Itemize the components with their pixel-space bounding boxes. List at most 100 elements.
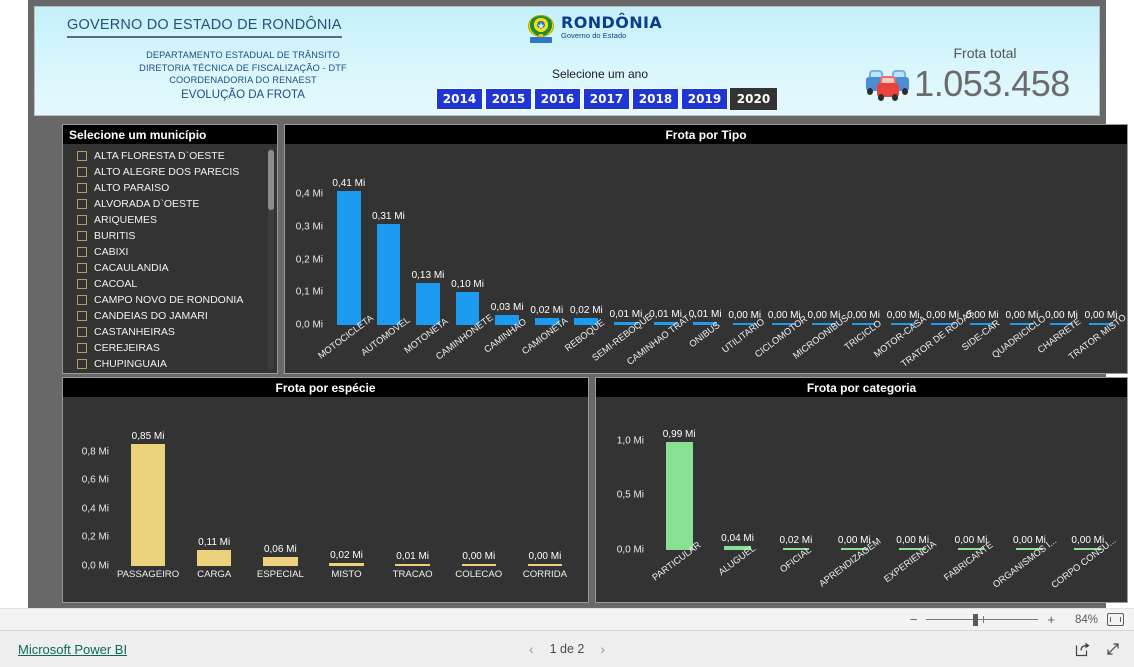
previous-page-icon[interactable]: ‹ <box>529 642 534 656</box>
checkbox-icon[interactable] <box>77 231 87 241</box>
bar-data-label: 0,10 Mi <box>451 279 484 291</box>
checkbox-icon[interactable] <box>77 311 87 321</box>
y-axis-tick-label: 0,0 Mi <box>81 560 109 572</box>
bar-column: 0,06 Mi ESPECIAL <box>247 433 313 580</box>
checkbox-icon[interactable] <box>77 215 87 225</box>
x-axis-category-label: COLECAO <box>455 569 503 580</box>
bar-column: 0,00 Mi FABRICANTE <box>942 431 1000 583</box>
year-button-2016[interactable]: 2016 <box>534 88 581 110</box>
checkbox-icon[interactable] <box>77 167 87 177</box>
municipality-label: CABIXI <box>94 246 129 258</box>
department-line-3: COORDENADORIA DO RENAEST <box>169 75 317 85</box>
checkbox-icon[interactable] <box>77 151 87 161</box>
municipality-list-item[interactable]: ALTO PARAISO <box>63 180 277 196</box>
y-axis-tick-label: 0,3 Mi <box>295 221 323 233</box>
municipality-list-item[interactable]: CAMPO NOVO DE RONDONIA <box>63 292 277 308</box>
bar[interactable] <box>329 563 364 566</box>
fleet-by-species-plot[interactable]: 0,0 Mi 0,2 Mi 0,4 Mi 0,6 Mi 0,8 Mi 0,85 Mi PAS… <box>63 397 588 602</box>
bar-column: 0,00 Mi COLECAO <box>446 433 512 580</box>
bar[interactable] <box>130 444 166 566</box>
zoom-toolbar: − + 84% <box>0 608 1134 630</box>
fleet-by-category-panel: Frota por categoria 0,0 Mi 0,5 Mi 1,0 Mi 0,… <box>595 377 1128 603</box>
year-button-2017[interactable]: 2017 <box>583 88 630 110</box>
fleet-by-type-plot[interactable]: 0,0 Mi 0,1 Mi 0,2 Mi 0,3 Mi 0,4 Mi 0,41 Mi MOT… <box>285 144 1128 373</box>
bar[interactable] <box>416 282 440 325</box>
share-icon[interactable] <box>1074 640 1092 658</box>
department-block: DEPARTAMENTO ESTADUAL DE TRÂNSITO DIRETO… <box>83 49 403 87</box>
municipality-slicer-panel: Selecione um município ALTA FLORESTA D`O… <box>62 124 278 374</box>
report-canvas: GOVERNO DO ESTADO DE RONDÔNIA DEPARTAMEN… <box>28 0 1128 608</box>
checkbox-icon[interactable] <box>77 359 87 369</box>
bar-column: 0,02 Mi REBOQUE <box>563 178 606 353</box>
fit-to-page-icon[interactable] <box>1107 613 1124 626</box>
year-button-2018[interactable]: 2018 <box>632 88 679 110</box>
bar-column: 0,00 Mi SIDE-CAR <box>960 178 1003 353</box>
year-button-2015[interactable]: 2015 <box>485 88 532 110</box>
year-button-2014[interactable]: 2014 <box>436 88 483 110</box>
municipality-list-item[interactable]: ALVORADA D`OESTE <box>63 196 277 212</box>
municipality-list-item[interactable]: ALTA FLORESTA D`OESTE <box>63 148 277 164</box>
bar-data-label: 0,01 Mi <box>396 551 430 562</box>
municipality-list-item[interactable]: CHUPINGUAIA <box>63 356 277 372</box>
bar[interactable] <box>376 223 401 325</box>
municipality-list-item[interactable]: CACOAL <box>63 276 277 292</box>
municipality-label: CAMPO NOVO DE RONDONIA <box>94 294 244 306</box>
fleet-by-species-panel: Frota por espécie 0,0 Mi 0,2 Mi 0,4 Mi 0,6 … <box>62 377 589 603</box>
y-axis-tick-label: 0,0 Mi <box>616 544 644 556</box>
checkbox-icon[interactable] <box>77 279 87 289</box>
y-axis: 0,0 Mi 0,5 Mi 1,0 Mi <box>596 397 650 602</box>
bar[interactable] <box>665 441 693 550</box>
zoom-slider[interactable] <box>926 613 1039 626</box>
year-button-2019[interactable]: 2019 <box>681 88 728 110</box>
zoom-in-button[interactable]: + <box>1047 613 1055 626</box>
municipality-list-item[interactable]: CASTANHEIRAS <box>63 324 277 340</box>
checkbox-icon[interactable] <box>77 327 87 337</box>
municipality-list-item[interactable]: CACAULANDIA <box>63 260 277 276</box>
municipality-list-item[interactable]: CABIXI <box>63 244 277 260</box>
year-slicer[interactable]: 2014 2015 2016 2017 2018 2019 2020 <box>436 88 777 110</box>
fleet-by-category-plot[interactable]: 0,0 Mi 0,5 Mi 1,0 Mi 0,99 Mi PARTICULAR 0,04 … <box>596 397 1127 602</box>
checkbox-icon[interactable] <box>77 343 87 353</box>
municipality-scrollbar-thumb[interactable] <box>268 150 274 210</box>
municipality-label: ALTO PARAISO <box>94 182 170 194</box>
bar-column: 0,00 Mi ORGANISMOS I... <box>991 431 1058 590</box>
year-button-2020[interactable]: 2020 <box>730 88 777 110</box>
municipality-list-item[interactable]: CANDEIAS DO JAMARI <box>63 308 277 324</box>
next-page-icon[interactable]: › <box>600 642 605 656</box>
municipality-list-item[interactable]: BURITIS <box>63 228 277 244</box>
checkbox-icon[interactable] <box>77 295 87 305</box>
bar[interactable] <box>197 550 232 566</box>
municipality-list-item[interactable]: ALTO ALEGRE DOS PARECIS <box>63 164 277 180</box>
bar-column: 0,00 Mi UTILITARIO <box>720 178 766 355</box>
checkbox-icon[interactable] <box>77 247 87 257</box>
municipality-list[interactable]: ALTA FLORESTA D`OESTE ALTO ALEGRE DOS PAR… <box>63 144 277 373</box>
checkbox-icon[interactable] <box>77 183 87 193</box>
municipality-list-item[interactable]: CEREJEIRAS <box>63 340 277 356</box>
bar[interactable] <box>263 557 298 566</box>
bar[interactable] <box>455 292 480 325</box>
bar-column: 0,00 Mi QUADRICICLO <box>990 178 1048 360</box>
x-axis-category-label: ESPECIAL <box>256 569 304 580</box>
bar-data-label: 0,02 Mi <box>779 534 813 546</box>
checkbox-icon[interactable] <box>77 199 87 209</box>
power-bi-link[interactable]: Microsoft Power BI <box>18 642 127 657</box>
x-axis-category-label: CORRIDA <box>522 569 568 580</box>
municipality-list-item[interactable]: ARIQUEMES <box>63 212 277 228</box>
bar-column: 0,01 Mi CAMINHAO TRAT... <box>625 178 697 367</box>
bar-column: 0,01 Mi TRACAO <box>380 433 446 580</box>
bar[interactable] <box>395 564 430 566</box>
fullscreen-icon[interactable] <box>1104 640 1122 658</box>
x-axis-category-label: FABRICANTE <box>942 539 995 583</box>
bar[interactable] <box>336 191 361 325</box>
bar-column: 0,00 Mi CHARRETE <box>1036 178 1083 355</box>
zoom-out-button[interactable]: − <box>910 613 918 626</box>
bar-column: 0,85 Mi PASSAGEIRO <box>115 431 181 580</box>
checkbox-icon[interactable] <box>77 263 87 273</box>
bar-data-label: 0,11 Mi <box>198 537 231 549</box>
bar[interactable] <box>527 564 563 566</box>
power-bi-report-page: GOVERNO DO ESTADO DE RONDÔNIA DEPARTAMEN… <box>0 0 1134 667</box>
bar[interactable] <box>461 564 496 566</box>
bar-column: 0,01 Mi ONIBUS <box>685 178 725 350</box>
bar-column: 0,31 Mi AUTOMOVEL <box>360 178 413 358</box>
bar-column: 0,00 Mi TRATOR DE RODAS <box>899 178 976 369</box>
